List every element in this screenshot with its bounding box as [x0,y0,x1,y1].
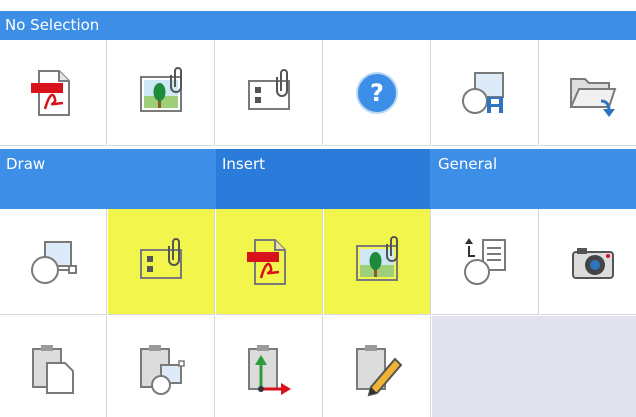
svg-text:?: ? [370,79,384,107]
import-list-button[interactable] [432,209,539,315]
insert-attached-image-button[interactable] [324,209,431,315]
open-folder-button[interactable] [540,40,636,146]
save-shape-icon [462,71,504,114]
pdf-document-icon [31,69,70,116]
title-bar-label: No Selection [5,16,100,34]
draw-shape-button[interactable] [0,209,107,315]
save-shape-button[interactable] [432,40,539,146]
pdf-document-button[interactable] [0,40,107,146]
help-icon: ? [356,71,398,114]
section-draw-label: Draw [6,155,46,173]
paste-shape-icon [140,344,185,395]
attached-image-icon [140,66,182,112]
help-button[interactable]: ? [324,40,431,146]
command-panel: No Selection ? Draw Insert General [0,0,636,417]
selection-title-bar: No Selection [0,11,636,40]
paste-coordinates-button[interactable] [216,316,323,417]
paste-icon [32,344,74,394]
section-header-bar: Draw Insert General [0,149,636,209]
empty-tile-area [432,316,636,417]
camera-button[interactable] [540,209,636,315]
camera-icon [572,247,614,279]
insert-attached-block-button[interactable] [108,209,215,315]
attached-block-icon [248,68,290,110]
attached-image-button[interactable] [108,40,215,146]
draw-shape-icon [31,240,77,284]
import-list-icon [464,237,506,285]
section-general-label: General [438,155,498,173]
pdf-document-icon [247,238,286,285]
insert-pdf-button[interactable] [216,209,323,315]
paste-button[interactable] [0,316,107,417]
clipboard-edit-icon [356,344,403,396]
paste-shape-button[interactable] [108,316,215,417]
section-draw: Draw [0,149,216,209]
attached-block-icon [140,237,182,279]
section-general: General [432,149,636,209]
section-insert-label: Insert [222,155,266,173]
attached-block-button[interactable] [216,40,323,146]
attached-image-icon [356,235,398,281]
clipboard-edit-button[interactable] [324,316,431,417]
section-insert: Insert [216,149,430,209]
paste-coordinates-icon [248,344,291,395]
open-folder-icon [569,77,617,117]
